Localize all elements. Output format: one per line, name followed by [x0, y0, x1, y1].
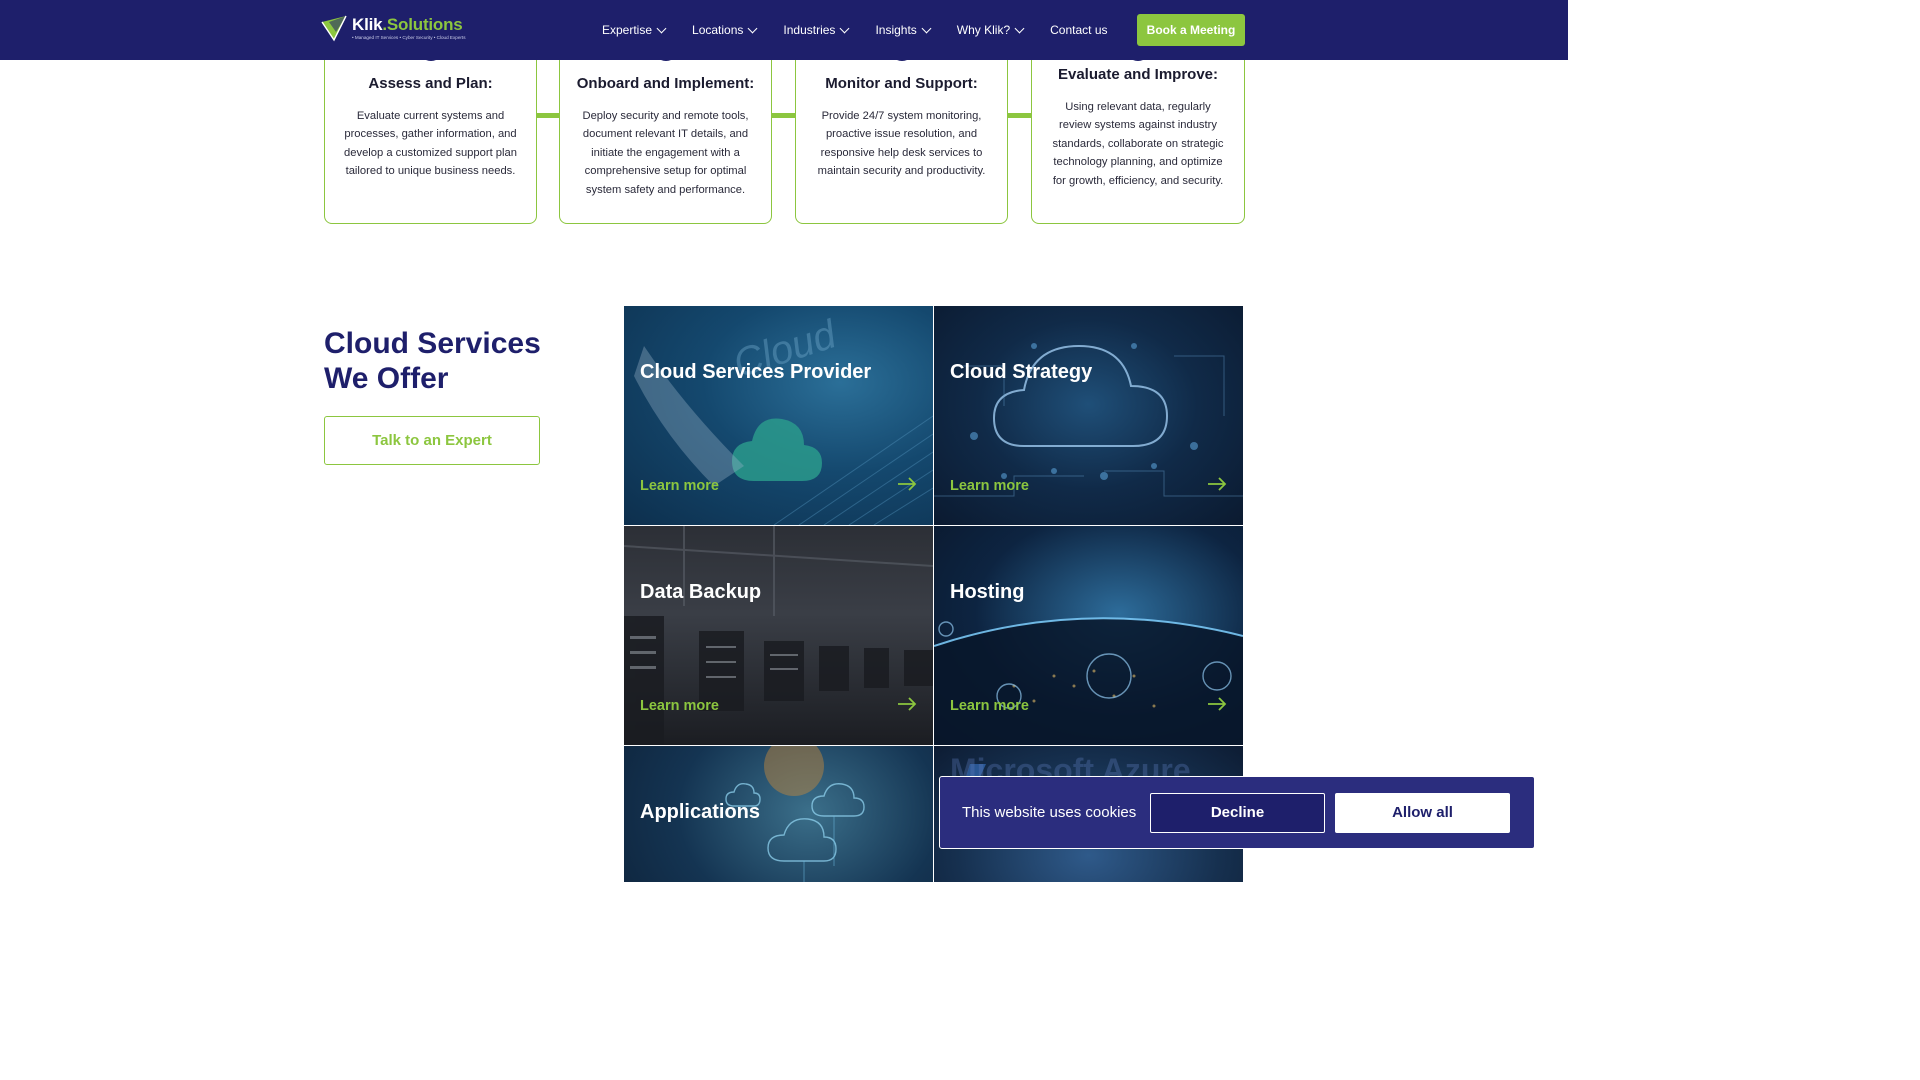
book-meeting-button[interactable]: Book a Meeting — [1137, 14, 1245, 46]
service-tile-hosting[interactable]: Hosting Learn more — [934, 526, 1243, 745]
cookie-message: This website uses cookies — [962, 804, 1137, 821]
step-description: Deploy security and remote tools, docume… — [582, 110, 749, 196]
learn-more-link[interactable]: Learn more — [640, 478, 719, 494]
talk-to-expert-button[interactable]: Talk to an Expert — [324, 416, 540, 465]
menu-item-insights[interactable]: Insights — [875, 23, 932, 37]
step-title: Evaluate and Improve: — [1057, 66, 1219, 83]
menu-item-why-klik[interactable]: Why Klik? — [957, 23, 1025, 37]
step-title: Assess and Plan: — [368, 75, 493, 92]
learn-more-link[interactable]: Learn more — [640, 698, 719, 714]
service-tile-title: Hosting — [950, 581, 1025, 603]
menu-item-expertise[interactable]: Expertise — [602, 23, 667, 37]
step-connector — [537, 113, 559, 118]
step-description: Evaluate current systems and processes, … — [344, 110, 517, 178]
arrow-right-icon — [1208, 477, 1227, 491]
service-tile-title: Applications — [640, 801, 761, 823]
service-tile-cloud-provider[interactable]: Cloud Cloud Services Provider Learn more — [624, 306, 933, 525]
section-heading: Cloud Services We Offer — [324, 327, 541, 395]
menu-item-locations[interactable]: Locations — [692, 23, 758, 37]
logo[interactable]: Klik.Solutions • Managed IT Services • C… — [320, 12, 480, 46]
service-tile-data-backup[interactable]: Data Backup Learn more — [624, 526, 933, 745]
logo-mark-icon — [321, 15, 347, 42]
step-connector — [772, 113, 795, 118]
cookie-banner: This website uses cookies Decline Allow … — [939, 776, 1535, 849]
learn-more-link[interactable]: Learn more — [950, 478, 1029, 494]
allow-all-cookies-button[interactable]: Allow all — [1335, 793, 1510, 833]
arrow-right-icon — [1208, 697, 1227, 711]
chevron-down-icon — [1014, 23, 1025, 33]
chevron-down-icon — [921, 23, 932, 33]
arrow-right-icon — [898, 477, 917, 491]
step-description: Using relevant data, regularly review sy… — [1052, 101, 1224, 187]
learn-more-link[interactable]: Learn more — [950, 698, 1029, 714]
service-tile-title: Cloud Strategy — [950, 361, 1093, 383]
logo-wordmark: Klik.Solutions — [352, 15, 463, 34]
chevron-down-icon — [839, 23, 850, 33]
service-tile-title: Data Backup — [640, 581, 762, 603]
chevron-down-icon — [656, 23, 667, 33]
service-tile-title: Cloud Services Provider — [640, 361, 872, 383]
step-description: Provide 24/7 system monitoring, proactiv… — [817, 110, 986, 178]
decline-cookies-button[interactable]: Decline — [1150, 793, 1325, 833]
menu-item-industries[interactable]: Industries — [783, 23, 850, 37]
top-navigation: Klik.Solutions • Managed IT Services • C… — [0, 0, 1568, 60]
logo-tagline: • Managed IT Services • Cyber Security •… — [352, 35, 466, 40]
service-tile-applications[interactable]: Applications — [624, 746, 933, 882]
menu-item-contact[interactable]: Contact us — [1050, 23, 1107, 37]
chevron-down-icon — [747, 23, 758, 33]
step-title: Monitor and Support: — [825, 75, 978, 92]
arrow-right-icon — [898, 697, 917, 711]
service-tile-cloud-strategy[interactable]: Cloud Strategy Learn more — [934, 306, 1243, 525]
main-menu: Expertise Locations Industries Insights … — [602, 0, 1135, 60]
step-title: Onboard and Implement: — [576, 75, 755, 92]
step-connector — [1008, 113, 1031, 118]
